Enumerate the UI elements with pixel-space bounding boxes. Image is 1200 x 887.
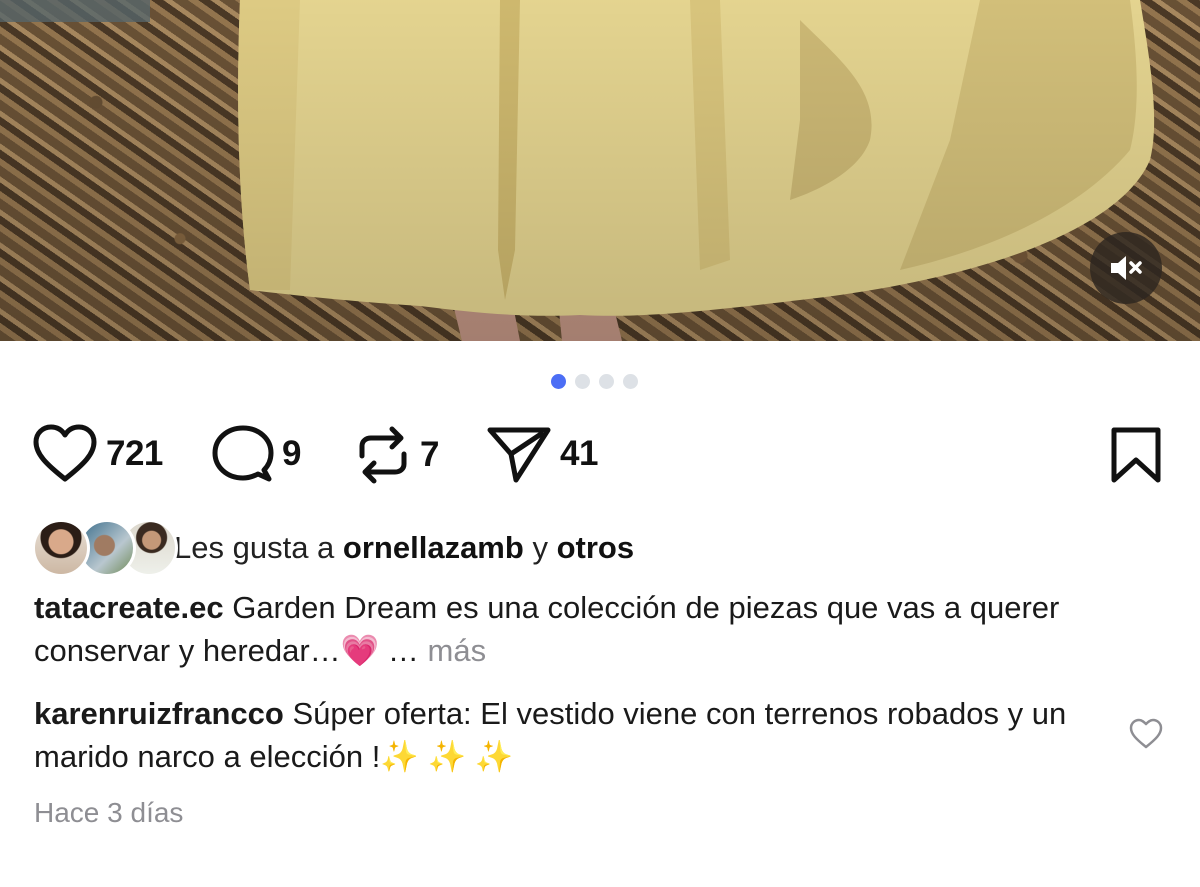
heart-icon [33,424,97,482]
repost-count: 7 [420,435,439,474]
liked-by-prefix: Les gusta a [174,530,335,565]
liked-by-others[interactable]: otros [557,530,635,565]
avatar [32,519,90,577]
repost-icon [359,426,407,484]
share-count: 41 [560,434,598,473]
speaker-muted-icon [1111,256,1142,280]
post-caption: tatacreate.ec Garden Dream es una colecc… [34,586,1134,672]
liked-by-row[interactable]: Les gusta a ornellazamb y otros [32,519,634,577]
carousel-dot [623,374,638,389]
carousel-dot [599,374,614,389]
comment-like-button[interactable] [1128,718,1164,755]
carousel-dot-active [551,374,566,389]
photo-shade [0,0,1200,341]
bookmark-icon [1111,427,1161,483]
mute-button[interactable] [1090,232,1162,304]
repost-button[interactable]: 7 [354,424,439,486]
liked-by-text: Les gusta a ornellazamb y otros [174,530,634,566]
comment-button[interactable]: 9 [212,424,301,484]
comment-icon [212,425,274,482]
comment-username[interactable]: karenruizfrancco [34,696,284,731]
comment: karenruizfrancco Súper oferta: El vestid… [34,692,1104,778]
heart-icon [1129,718,1163,749]
action-bar: 721 9 7 41 [32,424,1162,488]
send-icon [487,427,551,483]
liker-avatars [32,519,178,577]
post-photo[interactable] [0,0,1200,341]
like-button[interactable]: 721 [32,424,163,484]
comment-count: 9 [282,434,301,473]
caption-username[interactable]: tatacreate.ec [34,590,224,625]
carousel-indicator [551,374,638,389]
liked-by-conjunction: y [532,530,548,565]
like-count: 721 [106,434,163,473]
liked-by-username[interactable]: ornellazamb [343,530,524,565]
carousel-dot [575,374,590,389]
share-button[interactable]: 41 [486,424,598,484]
more-link[interactable]: más [428,633,487,668]
save-button[interactable] [1110,426,1162,489]
post-timestamp: Hace 3 días [34,797,184,828]
